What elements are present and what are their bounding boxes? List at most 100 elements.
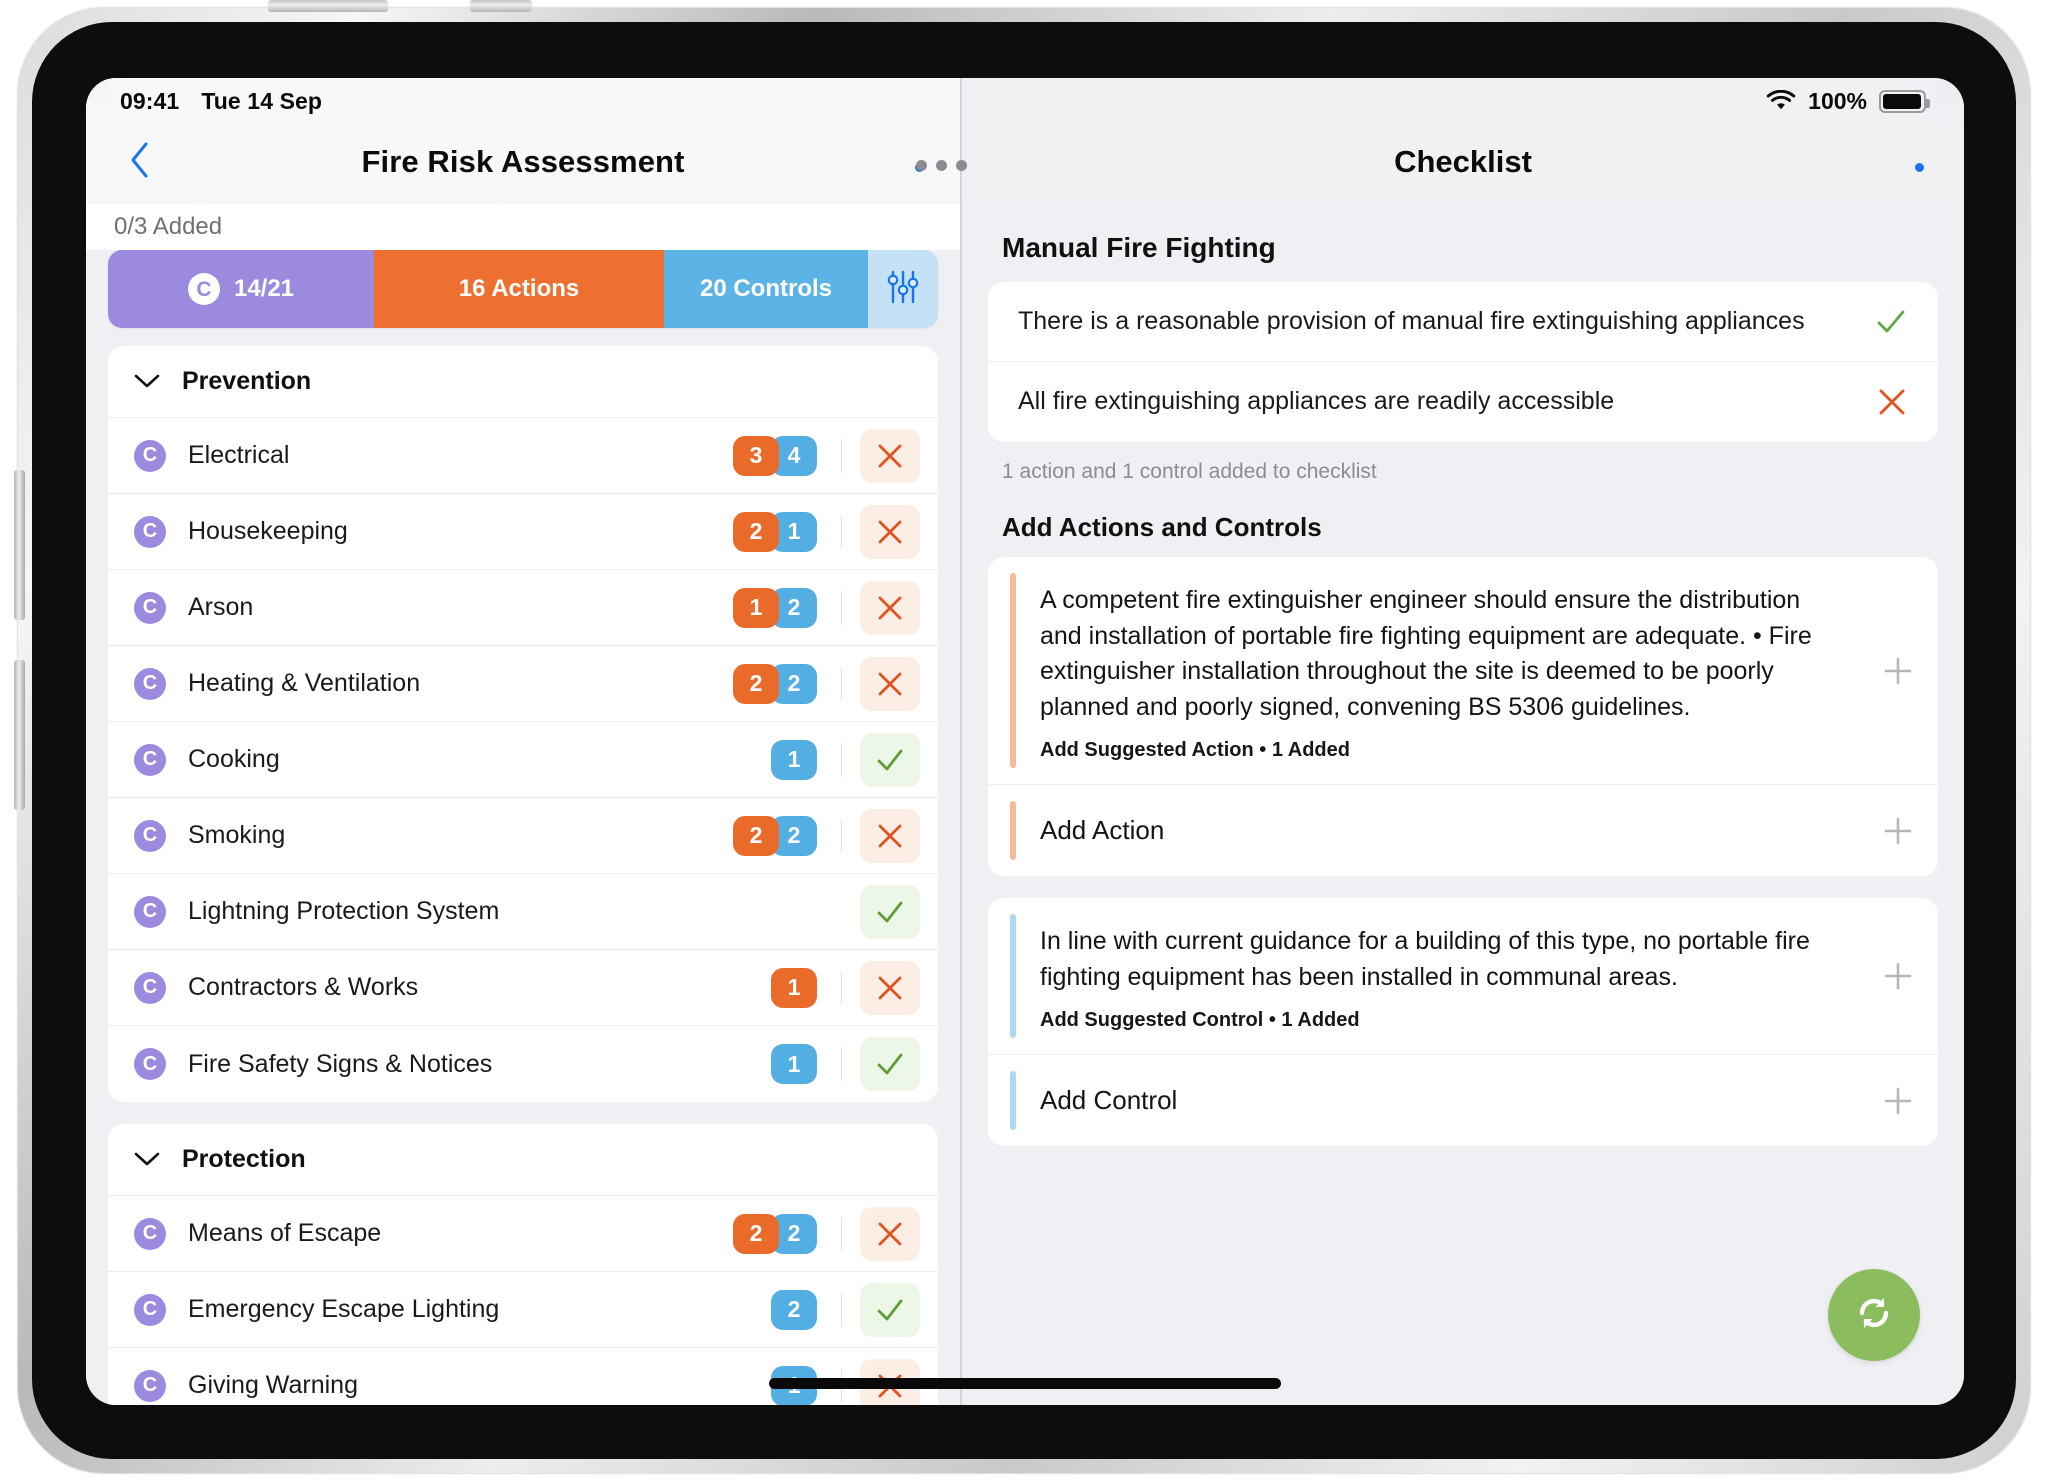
filter-button[interactable]: [868, 250, 938, 328]
table-row[interactable]: C Electrical 3 4: [108, 418, 938, 494]
added-hint: 1 action and 1 control added to checklis…: [1002, 460, 1377, 483]
list-item[interactable]: Add Control: [988, 1055, 1938, 1146]
sliders-filter-icon: [886, 269, 920, 310]
compliance-c-icon: C: [134, 1293, 166, 1326]
compliance-c-icon: C: [134, 743, 166, 776]
volume-buttons[interactable]: [268, 0, 388, 12]
status-badge[interactable]: [860, 504, 920, 559]
row-label: Electrical: [188, 441, 290, 469]
table-row[interactable]: C Arson 1 2: [108, 570, 938, 646]
sync-button[interactable]: [1828, 1269, 1920, 1361]
group-header[interactable]: Prevention: [108, 346, 938, 418]
status-badge[interactable]: [860, 580, 920, 635]
group-title: Protection: [182, 1145, 306, 1173]
page-title: Fire Risk Assessment: [361, 144, 685, 179]
table-row[interactable]: C Contractors & Works 1: [108, 950, 938, 1026]
split-view: Prevention C Electrical 3 4 C Housekeepi…: [86, 78, 1964, 1405]
row-label: Lightning Protection System: [188, 897, 500, 925]
actions-badge: 2: [733, 511, 779, 552]
side-button-lower[interactable]: [14, 660, 25, 810]
right-more-button[interactable]: [1905, 153, 1934, 182]
row-label: Cooking: [188, 745, 280, 773]
row-label: Contractors & Works: [188, 973, 419, 1001]
chevron-down-icon: [134, 367, 160, 396]
row-label: Housekeeping: [188, 517, 348, 545]
compliance-c-icon: C: [134, 1369, 166, 1402]
group-prevention: Prevention C Electrical 3 4 C Housekeepi…: [108, 346, 938, 1102]
table-row[interactable]: C Giving Warning 1: [108, 1348, 938, 1405]
compliance-c-icon: C: [134, 971, 166, 1004]
list-item[interactable]: A competent fire extinguisher engineer s…: [988, 557, 1938, 785]
table-row[interactable]: C Emergency Escape Lighting 2: [108, 1272, 938, 1348]
home-indicator[interactable]: [769, 1378, 1281, 1389]
table-row[interactable]: C Means of Escape 2 2: [108, 1196, 938, 1272]
list-item[interactable]: Add Action: [988, 785, 1938, 876]
row-divider: [841, 590, 842, 625]
check-icon[interactable]: [1860, 305, 1908, 339]
row-badges: 2 1: [733, 511, 817, 552]
status-badge[interactable]: [860, 960, 920, 1015]
table-row[interactable]: C Heating & Ventilation 2 2: [108, 646, 938, 722]
added-status: 0/3 Added: [86, 204, 960, 250]
table-row[interactable]: C Housekeeping 2 1: [108, 494, 938, 570]
segmented-control-wrap: C 14/21 16 Actions 20 Controls: [86, 250, 960, 328]
table-row[interactable]: C Fire Safety Signs & Notices 1: [108, 1026, 938, 1102]
compliance-c-icon: C: [187, 273, 220, 305]
compliance-c-icon: C: [134, 591, 166, 624]
list-item[interactable]: In line with current guidance for a buil…: [988, 898, 1938, 1055]
status-badge[interactable]: [860, 808, 920, 863]
status-badge[interactable]: [860, 1282, 920, 1337]
plus-icon[interactable]: [1858, 1055, 1938, 1146]
row-divider: [841, 1216, 842, 1251]
list-item[interactable]: All fire extinguishing appliances are re…: [988, 362, 1938, 442]
tab-controls[interactable]: 20 Controls: [664, 250, 868, 328]
added-status-label: 0/3 Added: [114, 213, 223, 240]
row-label: Smoking: [188, 821, 286, 849]
row-label: Giving Warning: [188, 1371, 358, 1399]
actions-badge: 1: [771, 967, 817, 1008]
segmented-control: C 14/21 16 Actions 20 Controls: [108, 250, 938, 328]
row-badges: 1: [771, 967, 817, 1008]
list-item[interactable]: There is a reasonable provision of manua…: [988, 282, 1938, 362]
suggestion-text: A competent fire extinguisher engineer s…: [1040, 586, 1812, 721]
compliance-c-icon: C: [134, 895, 166, 928]
suggestion-text: In line with current guidance for a buil…: [1040, 927, 1810, 991]
cross-icon[interactable]: [1860, 386, 1908, 418]
plus-icon[interactable]: [1858, 557, 1938, 784]
row-divider: [841, 666, 842, 701]
group-header[interactable]: Protection: [108, 1124, 938, 1196]
status-badge[interactable]: [860, 1206, 920, 1261]
compliance-c-icon: C: [134, 819, 166, 852]
checklist-item-text: All fire extinguishing appliances are re…: [1018, 387, 1615, 416]
compliance-c-icon: C: [134, 1217, 166, 1250]
power-button[interactable]: [470, 0, 532, 12]
section-title: Manual Fire Fighting: [1002, 232, 1276, 263]
row-badges: 2 2: [733, 663, 817, 704]
table-row[interactable]: C Cooking 1: [108, 722, 938, 798]
actions-badge: 1: [733, 587, 779, 628]
group-protection: Protection C Means of Escape 2 2 C Emerg…: [108, 1124, 938, 1405]
app-screen: 09:41 Tue 14 Sep 100% Prevention C Elect…: [86, 78, 1964, 1405]
table-row[interactable]: C Smoking 2 2: [108, 798, 938, 874]
tab-actions[interactable]: 16 Actions: [374, 250, 664, 328]
row-badges: 1: [771, 739, 817, 780]
status-badge[interactable]: [860, 732, 920, 787]
tab-compliance[interactable]: C 14/21: [108, 250, 374, 328]
group-title: Prevention: [182, 367, 312, 395]
table-row[interactable]: C Lightning Protection System: [108, 874, 938, 950]
row-divider: [841, 1292, 842, 1327]
plus-icon[interactable]: [1858, 898, 1938, 1054]
compliance-c-icon: C: [134, 667, 166, 700]
status-badge[interactable]: [860, 656, 920, 711]
row-label: Means of Escape: [188, 1219, 382, 1247]
multitask-grabber[interactable]: [916, 160, 967, 171]
actions-badge: 2: [733, 815, 779, 856]
add-action-label: Add Action: [1040, 815, 1165, 845]
status-badge[interactable]: [860, 428, 920, 483]
status-badge[interactable]: [860, 884, 920, 939]
status-badge[interactable]: [860, 1037, 920, 1091]
row-badges: 1: [771, 1044, 817, 1084]
side-button-upper[interactable]: [14, 470, 25, 620]
add-section-title: Add Actions and Controls: [1002, 512, 1322, 542]
plus-icon[interactable]: [1858, 785, 1938, 876]
